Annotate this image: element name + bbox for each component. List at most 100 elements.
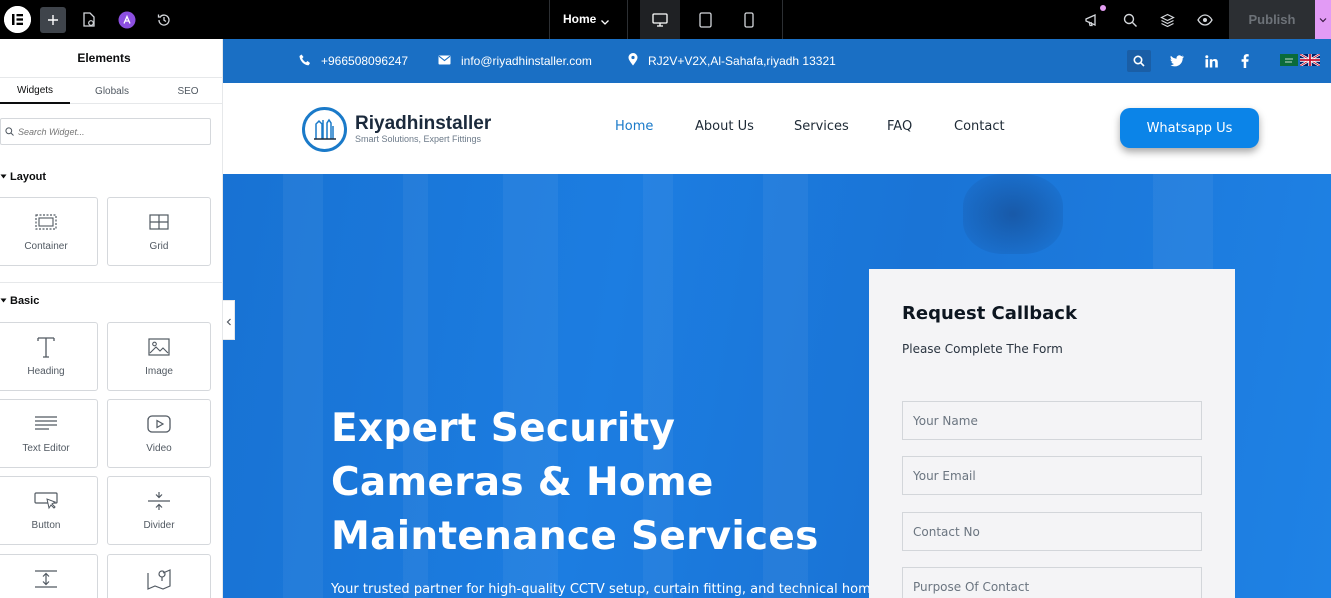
mobile-icon[interactable] <box>729 0 769 39</box>
category-basic[interactable]: Basic <box>0 295 39 307</box>
widget-container[interactable]: Container <box>0 197 98 266</box>
tab-seo[interactable]: SEO <box>152 78 224 104</box>
panel-title: Elements <box>77 51 131 65</box>
phone-number: +966508096247 <box>321 54 409 68</box>
ai-icon[interactable] <box>114 7 140 33</box>
hero-background-person <box>963 174 1063 254</box>
widget-image[interactable]: Image <box>107 322 211 391</box>
map-pin-icon <box>628 53 638 69</box>
spacer-icon <box>34 568 58 590</box>
site-preview: +966508096247 info@riyadhinstaller.com R… <box>223 39 1331 598</box>
widget-label: Grid <box>149 241 169 252</box>
divider-icon <box>147 490 171 512</box>
saudi-flag-icon[interactable] <box>1280 54 1298 69</box>
tab-globals[interactable]: Globals <box>72 78 152 104</box>
eye-icon[interactable] <box>1192 7 1218 33</box>
widget-label: Container <box>24 241 68 252</box>
nav-contact[interactable]: Contact <box>954 119 1005 134</box>
megaphone-icon[interactable] <box>1079 5 1106 33</box>
widget-divider[interactable]: Divider <box>107 476 211 545</box>
widget-label: Heading <box>27 366 65 377</box>
logo-emblem-icon <box>302 107 347 152</box>
video-icon <box>147 413 171 435</box>
envelope-icon <box>438 55 451 68</box>
page-selector[interactable]: Home <box>563 12 596 26</box>
tablet-icon[interactable] <box>685 0 725 39</box>
caret-down-icon <box>0 295 7 307</box>
publish-options-chevron-icon[interactable] <box>1315 0 1331 39</box>
hero-subtitle: Your trusted partner for high-quality CC… <box>331 582 871 597</box>
text-editor-icon <box>34 413 58 435</box>
tab-widgets[interactable]: Widgets <box>0 78 70 104</box>
address-text: RJ2V+V2X,Al-Sahafa,riyadh 13321 <box>648 54 836 68</box>
contact-phone[interactable]: +966508096247 <box>299 39 408 83</box>
widget-search[interactable] <box>0 118 211 145</box>
desktop-icon[interactable] <box>640 0 680 39</box>
name-field[interactable] <box>902 401 1202 440</box>
history-icon[interactable] <box>151 7 177 33</box>
contact-email[interactable]: info@riyadhinstaller.com <box>438 39 592 83</box>
widget-grid[interactable]: Grid <box>107 197 211 266</box>
search-icon[interactable] <box>1127 50 1151 72</box>
category-layout[interactable]: Layout <box>0 171 46 183</box>
nav-services[interactable]: Services <box>794 119 849 134</box>
widget-text-editor[interactable]: Text Editor <box>0 399 98 468</box>
plus-icon[interactable] <box>40 7 66 33</box>
linkedin-icon[interactable] <box>1199 50 1223 72</box>
layers-icon[interactable] <box>1154 7 1180 33</box>
site-logo[interactable]: Riyadhinstaller Smart Solutions, Expert … <box>302 107 491 152</box>
nav-about-us[interactable]: About Us <box>695 119 754 134</box>
container-icon <box>35 211 57 233</box>
search-icon <box>5 123 14 141</box>
nav-home[interactable]: Home <box>615 119 653 134</box>
site-info-bar: +966508096247 info@riyadhinstaller.com R… <box>223 39 1331 83</box>
form-title: Request Callback <box>902 303 1077 324</box>
widget-spacer[interactable] <box>0 554 98 598</box>
contact-address: RJ2V+V2X,Al-Sahafa,riyadh 13321 <box>628 39 836 83</box>
page-settings-icon[interactable] <box>76 7 102 33</box>
nav-faq[interactable]: FAQ <box>887 119 912 134</box>
image-icon <box>148 336 170 358</box>
email-field[interactable] <box>902 456 1202 495</box>
widget-heading[interactable]: Heading <box>0 322 98 391</box>
widget-google-maps[interactable] <box>107 554 211 598</box>
purpose-field[interactable] <box>902 567 1202 598</box>
widget-video[interactable]: Video <box>107 399 211 468</box>
elements-panel: Elements Widgets Globals SEO Layout Cont… <box>0 39 223 598</box>
widget-label: Text Editor <box>22 443 70 454</box>
whatsapp-button[interactable]: Whatsapp Us <box>1120 108 1259 148</box>
caret-down-icon <box>0 171 7 183</box>
widget-button[interactable]: Button <box>0 476 98 545</box>
hero-title: Expert Security Cameras & Home Maintenan… <box>331 406 819 559</box>
category-layout-title: Layout <box>10 171 47 183</box>
grid-icon <box>149 211 169 233</box>
chevron-left-icon <box>226 311 232 330</box>
contact-no-field[interactable] <box>902 512 1202 551</box>
phone-icon <box>299 54 311 69</box>
form-description: Please Complete The Form <box>902 342 1063 356</box>
twitter-icon[interactable] <box>1165 50 1189 72</box>
category-basic-title: Basic <box>10 295 40 307</box>
elementor-logo-icon[interactable] <box>4 6 31 33</box>
widget-label: Divider <box>143 520 175 531</box>
map-icon <box>147 568 171 590</box>
search-widget-input[interactable] <box>18 126 198 137</box>
search-icon[interactable] <box>1117 7 1143 33</box>
logo-name: Riyadhinstaller <box>355 113 492 134</box>
site-navbar: Riyadhinstaller Smart Solutions, Expert … <box>223 83 1331 174</box>
publish-button[interactable]: Publish <box>1229 0 1315 39</box>
button-icon <box>34 490 58 512</box>
email-address: info@riyadhinstaller.com <box>461 54 592 68</box>
facebook-icon[interactable] <box>1233 50 1257 72</box>
panel-tabs: Widgets Globals SEO <box>0 77 223 104</box>
widget-label: Button <box>31 520 61 531</box>
language-switcher[interactable] <box>1280 52 1321 69</box>
editor-top-bar: Home Publish <box>0 0 1331 39</box>
chevron-down-icon[interactable] <box>600 12 610 31</box>
request-callback-form: Request Callback Please Complete The For… <box>869 269 1235 598</box>
logo-tagline: Smart Solutions, Expert Fittings <box>355 134 482 144</box>
panel-collapse-button[interactable] <box>223 300 235 340</box>
uk-flag-icon[interactable] <box>1299 52 1321 69</box>
widget-label: Video <box>146 443 172 454</box>
widget-label: Image <box>145 366 173 377</box>
